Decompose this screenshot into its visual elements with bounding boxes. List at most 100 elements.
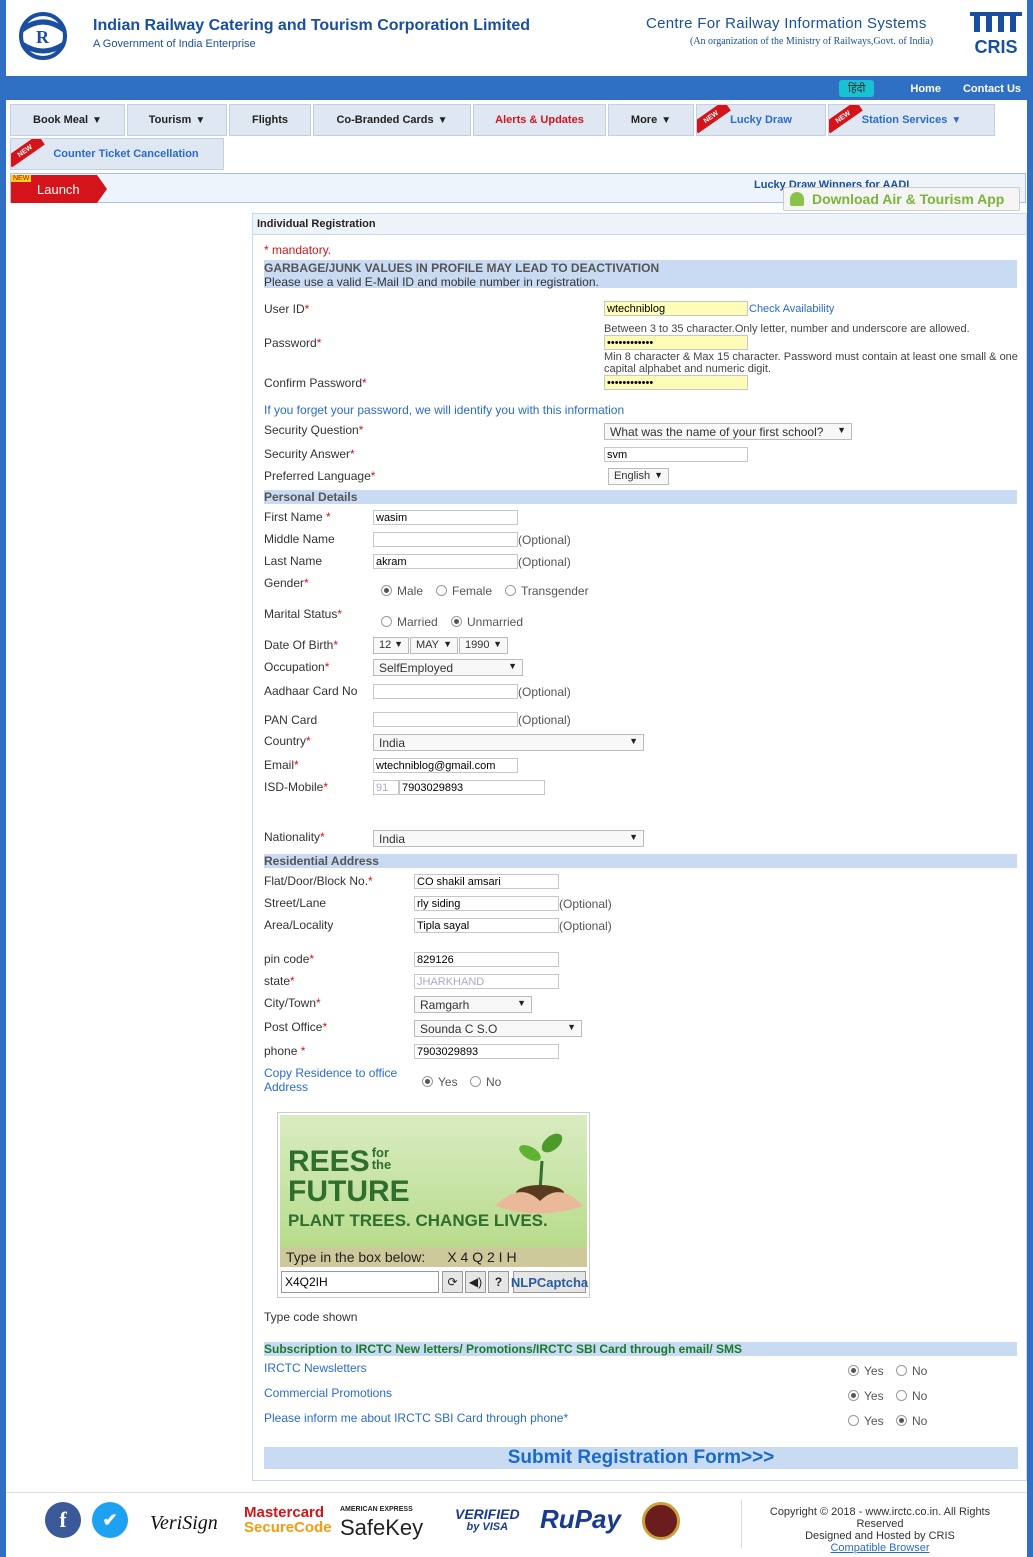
ad-text: REES	[288, 1145, 370, 1178]
mobile-input[interactable]	[399, 780, 545, 795]
radio-checked-icon[interactable]	[848, 1365, 859, 1376]
audio-icon[interactable]: ◀)	[465, 1271, 486, 1293]
residential-header: Residential Address	[264, 854, 1017, 868]
nav-label: Tourism	[148, 114, 192, 126]
commercial-no-option[interactable]: No	[896, 1389, 927, 1403]
caret-down-icon: ▼	[629, 736, 638, 746]
security-answer-input[interactable]	[604, 447, 748, 462]
help-icon[interactable]: ?	[488, 1271, 509, 1293]
label-text: Gender	[264, 576, 305, 590]
mastercard-securecode-logo: Mastercard SecureCode	[244, 1505, 332, 1535]
copy-no-option[interactable]: No	[470, 1075, 501, 1089]
nav-station-services[interactable]: NEW Station Services ▼	[828, 104, 995, 136]
marital-married-option[interactable]: Married	[381, 615, 438, 629]
newsletters-no-option[interactable]: No	[896, 1364, 927, 1378]
radio-checked-icon[interactable]	[381, 585, 392, 596]
cris-logo-text: CRIS	[974, 37, 1018, 57]
middle-name-input[interactable]	[373, 532, 518, 547]
nav-lucky-draw[interactable]: NEW Lucky Draw	[696, 104, 826, 136]
street-input[interactable]	[414, 896, 559, 911]
svg-text:R: R	[36, 27, 50, 47]
post-office-select[interactable]: Sounda C S.O ▼	[414, 1020, 582, 1037]
state-input[interactable]	[414, 974, 559, 989]
city-select[interactable]: Ramgarh ▼	[414, 996, 532, 1013]
radio-icon[interactable]	[896, 1390, 907, 1401]
home-link[interactable]: Home	[910, 83, 941, 95]
marital-unmarried-option[interactable]: Unmarried	[451, 615, 523, 629]
dob-year-select[interactable]: 1990 ▼	[459, 637, 508, 654]
flat-input[interactable]	[414, 874, 559, 889]
last-name-input[interactable]	[373, 554, 518, 569]
first-name-input[interactable]	[373, 510, 518, 525]
radio-icon[interactable]	[381, 616, 392, 627]
hindi-link[interactable]: हिंदी	[838, 80, 875, 97]
dob-day-select[interactable]: 12 ▼	[373, 637, 409, 654]
sbi-no-option[interactable]: No	[896, 1414, 927, 1428]
email-input[interactable]	[373, 758, 518, 773]
radio-icon[interactable]	[470, 1076, 481, 1087]
option-label: Yes	[864, 1414, 884, 1428]
sbi-yes-option[interactable]: Yes	[848, 1414, 884, 1428]
country-select[interactable]: India ▼	[373, 734, 644, 751]
nav-alerts[interactable]: Alerts & Updates	[473, 104, 606, 136]
copy-yes-option[interactable]: Yes	[422, 1075, 458, 1089]
compatible-browser-link[interactable]: Compatible Browser	[760, 1542, 1000, 1554]
isd-input[interactable]	[373, 780, 399, 795]
captcha-input[interactable]	[281, 1271, 439, 1293]
user-id-input[interactable]	[604, 301, 748, 316]
check-availability-link[interactable]: Check Availability	[749, 303, 834, 315]
nav-tourism[interactable]: Tourism ▼	[127, 104, 227, 136]
contact-link[interactable]: Contact Us	[963, 83, 1021, 95]
aadhaar-input[interactable]	[373, 684, 518, 699]
gender-transgender-option[interactable]: Transgender	[505, 584, 589, 598]
radio-icon[interactable]	[505, 585, 516, 596]
nationality-select[interactable]: India ▼	[373, 830, 644, 847]
nav-more[interactable]: More ▼	[608, 104, 694, 136]
irctc-logo-icon[interactable]: R	[14, 10, 72, 62]
radio-icon[interactable]	[848, 1415, 859, 1426]
option-label: No	[486, 1075, 502, 1089]
required-mark: *	[337, 607, 343, 621]
nav-label: Counter Ticket Cancellation	[53, 148, 199, 160]
security-question-select[interactable]: What was the name of your first school? ▼	[604, 423, 852, 440]
nav-label: Book Meal	[33, 114, 89, 126]
nav-cobranded[interactable]: Co-Branded Cards ▼	[313, 104, 471, 136]
caret-down-icon: ▼	[394, 639, 403, 649]
radio-icon[interactable]	[436, 585, 447, 596]
gender-female-option[interactable]: Female	[436, 584, 492, 598]
facebook-icon[interactable]: f	[45, 1502, 81, 1538]
option-label: Yes	[438, 1075, 458, 1089]
dob-month-select[interactable]: MAY ▼	[410, 637, 458, 654]
radio-checked-icon[interactable]	[896, 1415, 907, 1426]
commercial-yes-option[interactable]: Yes	[848, 1389, 884, 1403]
radio-icon[interactable]	[896, 1365, 907, 1376]
twitter-icon[interactable]: ✔	[92, 1502, 128, 1538]
occupation-select[interactable]: SelfEmployed ▼	[373, 659, 523, 676]
phone-input[interactable]	[414, 1044, 559, 1059]
radio-checked-icon[interactable]	[848, 1390, 859, 1401]
required-mark: *	[304, 302, 310, 316]
confirm-password-input[interactable]	[604, 375, 748, 390]
password-input[interactable]	[604, 335, 748, 350]
nav-counter-ticket[interactable]: NEW Counter Ticket Cancellation	[10, 138, 224, 170]
radio-checked-icon[interactable]	[451, 616, 462, 627]
refresh-icon[interactable]: ⟳	[442, 1271, 463, 1293]
nav-book-meal[interactable]: Book Meal ▼	[10, 104, 125, 136]
submit-registration-button[interactable]: Submit Registration Form>>>	[264, 1447, 1018, 1469]
new-badge: NEW	[697, 105, 731, 134]
language-select[interactable]: English ▼	[608, 468, 669, 485]
plant-in-hands-icon	[495, 1133, 583, 1214]
label-text: Flat/Door/Block No.	[264, 874, 369, 888]
isd-mobile-label: ISD-Mobile*	[264, 780, 328, 794]
newsletters-yes-option[interactable]: Yes	[848, 1364, 884, 1378]
radio-checked-icon[interactable]	[422, 1076, 433, 1087]
newsletters-label: IRCTC Newsletters	[264, 1361, 367, 1375]
gender-male-option[interactable]: Male	[381, 584, 423, 598]
nav-flights[interactable]: Flights	[229, 104, 311, 136]
pin-input[interactable]	[414, 952, 559, 967]
copy-residence-label: Copy Residence to office Address	[264, 1066, 398, 1094]
top-links: हिंदी Home Contact Us	[838, 80, 1021, 97]
area-input[interactable]	[414, 918, 559, 933]
download-app-button[interactable]: Download Air & Tourism App	[783, 187, 1020, 211]
pan-input[interactable]	[373, 712, 518, 727]
